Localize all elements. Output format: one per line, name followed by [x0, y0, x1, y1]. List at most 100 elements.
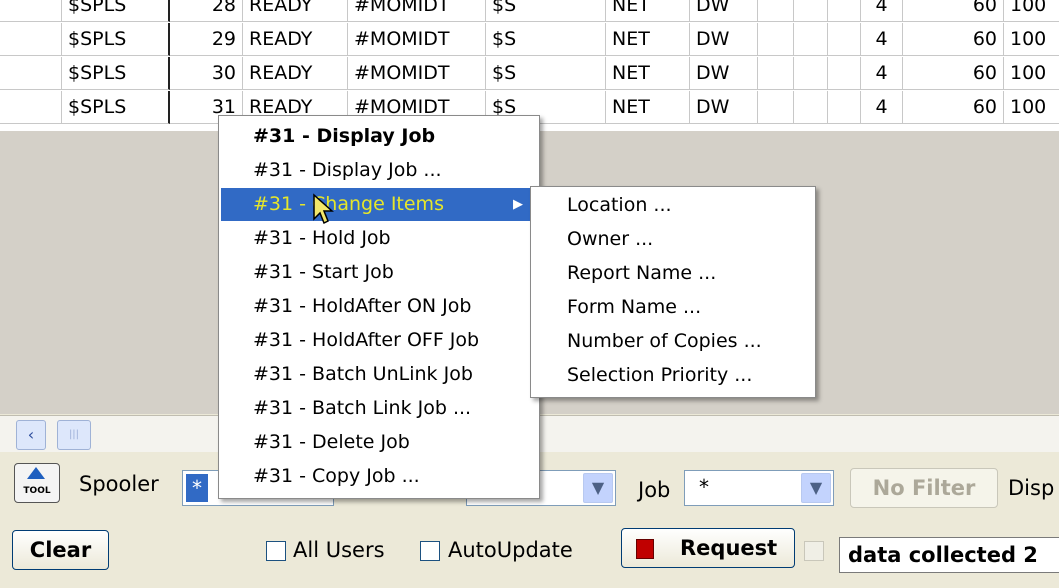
queue-cell: $S: [486, 23, 606, 56]
jobs-grid: $SPLS 28 READY #MOMIDT $S NET DW 4 60 10…: [0, 0, 1059, 131]
table-row[interactable]: $SPLS 28 READY #MOMIDT $S NET DW 4 60 10…: [0, 0, 1059, 23]
empty-cell: [828, 91, 861, 124]
dw-cell: DW: [690, 57, 758, 90]
request-button[interactable]: Request: [621, 528, 795, 568]
spooler-cell: $SPLS: [62, 0, 170, 22]
job-number-cell: 28: [170, 0, 243, 22]
row-selector[interactable]: [0, 91, 62, 124]
count-cell: 4: [861, 0, 903, 22]
upload-arrow-icon: [27, 467, 45, 479]
table-row[interactable]: $SPLS 30 READY #MOMIDT $S NET DW 4 60 10…: [0, 57, 1059, 91]
empty-cell: [828, 0, 861, 22]
menu-item-change-items[interactable]: #31 - Change Items ▶: [221, 188, 531, 221]
scroll-left-button[interactable]: ‹: [16, 420, 46, 450]
chevron-left-icon: ‹: [27, 425, 35, 444]
job-value: *: [699, 475, 709, 499]
tool-button[interactable]: TOOL: [14, 463, 60, 503]
count-cell: 4: [861, 23, 903, 56]
spooler-cell: $SPLS: [62, 91, 170, 124]
menu-item-delete-job[interactable]: #31 - Delete Job: [219, 426, 537, 459]
row-selector[interactable]: [0, 0, 62, 22]
job-label: Job: [638, 478, 671, 502]
priority-cell: 60: [903, 23, 1004, 56]
empty-cell: [758, 91, 794, 124]
file-cell: #MOMIDT: [348, 23, 486, 56]
all-users-checkbox[interactable]: [266, 541, 286, 561]
status-cell: READY: [243, 23, 348, 56]
dw-cell: DW: [690, 23, 758, 56]
dw-cell: DW: [690, 91, 758, 124]
percent-cell: 100: [1004, 23, 1059, 56]
submenu-item-location[interactable]: Location ...: [531, 189, 813, 222]
spooler-cell: $SPLS: [62, 57, 170, 90]
empty-cell: [794, 91, 828, 124]
stop-icon: [636, 539, 654, 559]
clear-button[interactable]: Clear: [12, 530, 109, 570]
count-cell: 4: [861, 57, 903, 90]
priority-cell: 60: [903, 91, 1004, 124]
job-number-cell: 29: [170, 23, 243, 56]
chevron-down-icon[interactable]: ▼: [801, 473, 831, 503]
net-cell: NET: [606, 57, 690, 90]
empty-cell: [758, 0, 794, 22]
menu-item-batch-unlink[interactable]: #31 - Batch UnLink Job: [219, 358, 537, 391]
table-row[interactable]: $SPLS 29 READY #MOMIDT $S NET DW 4 60 10…: [0, 23, 1059, 57]
net-cell: NET: [606, 91, 690, 124]
menu-item-display-job[interactable]: #31 - Display Job ...: [219, 154, 537, 187]
submenu-item-owner[interactable]: Owner ...: [531, 223, 813, 256]
mouse-cursor-icon: [313, 193, 334, 225]
file-cell: #MOMIDT: [348, 0, 486, 22]
queue-cell: $S: [486, 57, 606, 90]
chevron-down-icon[interactable]: ▼: [583, 473, 613, 503]
status-checkbox[interactable]: [804, 541, 824, 561]
submenu-item-priority[interactable]: Selection Priority ...: [531, 359, 813, 392]
job-combo[interactable]: * ▼: [684, 470, 834, 506]
count-cell: 4: [861, 91, 903, 124]
spooler-value: *: [186, 474, 208, 502]
autoupdate-label: AutoUpdate: [448, 538, 573, 562]
status-field: data collected 2: [839, 537, 1059, 573]
menu-item-hold-job[interactable]: #31 - Hold Job: [219, 222, 537, 255]
submenu-item-report-name[interactable]: Report Name ...: [531, 257, 813, 290]
menu-item-display-job-default[interactable]: #31 - Display Job: [219, 120, 537, 153]
percent-cell: 100: [1004, 57, 1059, 90]
menu-item-copy-job[interactable]: #31 - Copy Job ...: [219, 460, 537, 493]
no-filter-button[interactable]: No Filter: [850, 468, 998, 508]
autoupdate-checkbox[interactable]: [420, 541, 440, 561]
submenu-item-copies[interactable]: Number of Copies ...: [531, 325, 813, 358]
scroll-thumb[interactable]: |||: [57, 420, 91, 450]
submenu-arrow-icon: ▶: [513, 197, 523, 212]
queue-cell: $S: [486, 0, 606, 22]
menu-item-start-job[interactable]: #31 - Start Job: [219, 256, 537, 289]
empty-cell: [828, 57, 861, 90]
status-cell: READY: [243, 0, 348, 22]
empty-cell: [794, 57, 828, 90]
all-users-label: All Users: [293, 538, 385, 562]
empty-cell: [794, 23, 828, 56]
row-selector[interactable]: [0, 57, 62, 90]
empty-cell: [758, 23, 794, 56]
menu-item-holdafter-off[interactable]: #31 - HoldAfter OFF Job: [219, 324, 537, 357]
percent-cell: 100: [1004, 91, 1059, 124]
file-cell: #MOMIDT: [348, 57, 486, 90]
menu-item-batch-link[interactable]: #31 - Batch Link Job ...: [219, 392, 537, 425]
priority-cell: 60: [903, 0, 1004, 22]
empty-cell: [828, 23, 861, 56]
empty-cell: [758, 57, 794, 90]
row-selector[interactable]: [0, 23, 62, 56]
change-items-submenu: Location ... Owner ... Report Name ... F…: [530, 186, 816, 398]
submenu-item-form-name[interactable]: Form Name ...: [531, 291, 813, 324]
tool-label: TOOL: [23, 486, 51, 496]
dw-cell: DW: [690, 0, 758, 22]
priority-cell: 60: [903, 57, 1004, 90]
job-number-cell: 30: [170, 57, 243, 90]
menu-item-holdafter-on[interactable]: #31 - HoldAfter ON Job: [219, 290, 537, 323]
context-menu: #31 - Display Job #31 - Display Job ... …: [218, 115, 540, 499]
display-label: Disp: [1008, 476, 1055, 500]
percent-cell: 100: [1004, 0, 1059, 22]
grip-icon: |||: [68, 429, 80, 440]
net-cell: NET: [606, 23, 690, 56]
request-label: Request: [680, 536, 778, 560]
status-cell: READY: [243, 57, 348, 90]
spooler-label: Spooler: [79, 472, 159, 496]
